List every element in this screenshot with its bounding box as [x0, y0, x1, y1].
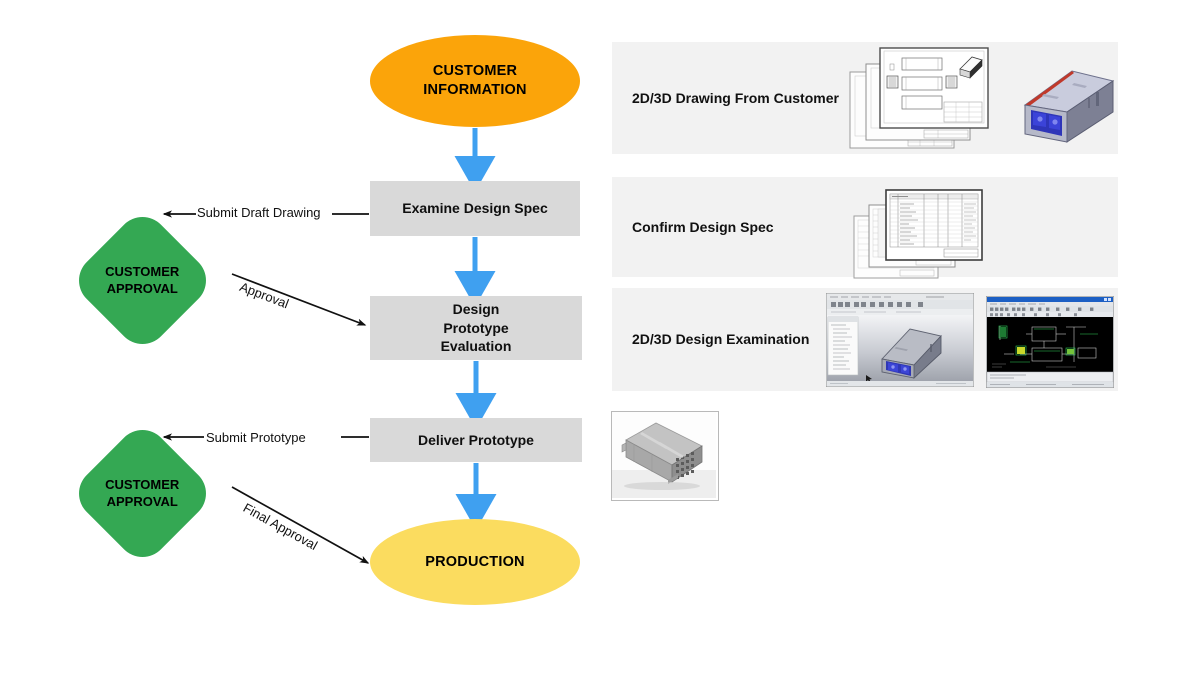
3d-chassis-render-icon: [1023, 70, 1115, 143]
node-customer-approval-2-line1: CUSTOMER: [105, 476, 180, 492]
node-customer-information[interactable]: CUSTOMER INFORMATION: [370, 35, 580, 127]
node-design-prototype-evaluation[interactable]: Design Prototype Evaluation: [370, 296, 582, 360]
node-examine-design-spec-label: Examine Design Spec: [402, 200, 548, 217]
spec-sheet-stack-icon: [853, 189, 983, 279]
autocad-screenshot-icon: [986, 296, 1114, 388]
engineering-drawing-stack-icon: [849, 47, 989, 149]
edge-label-submit-draft-drawing: Submit Draft Drawing: [197, 205, 321, 220]
panel-spec-title: Confirm Design Spec: [632, 218, 774, 235]
node-customer-information-line2: INFORMATION: [423, 82, 527, 98]
node-design-prototype-evaluation-line1: Design: [452, 300, 500, 317]
connector-approval2-to-production: [231, 486, 370, 564]
node-production-label: PRODUCTION: [425, 553, 525, 570]
node-production[interactable]: PRODUCTION: [370, 519, 580, 605]
node-customer-approval-2-line2: APPROVAL: [106, 493, 179, 509]
node-customer-approval-1-line1: CUSTOMER: [105, 263, 180, 279]
flowchart-canvas: CUSTOMER INFORMATION Examine Design Spec…: [0, 0, 1200, 675]
node-customer-approval-1[interactable]: CUSTOMER APPROVAL: [68, 206, 217, 355]
edge-label-submit-prototype: Submit Prototype: [206, 430, 306, 445]
panel-examination-title: 2D/3D Design Examination: [632, 331, 810, 348]
panel-drawing-title: 2D/3D Drawing From Customer: [632, 89, 839, 106]
node-customer-approval-2[interactable]: CUSTOMER APPROVAL: [68, 419, 217, 568]
solidworks-screenshot-icon: [826, 293, 974, 387]
node-design-prototype-evaluation-line2: Prototype: [443, 319, 509, 336]
prototype-photo: [611, 411, 719, 501]
node-deliver-prototype[interactable]: Deliver Prototype: [370, 418, 582, 462]
edge-label-approval: Approval: [237, 279, 291, 312]
node-customer-information-line1: CUSTOMER: [432, 63, 518, 80]
node-deliver-prototype-label: Deliver Prototype: [418, 431, 534, 448]
edge-label-final-approval: Final Approval: [240, 500, 321, 554]
node-customer-approval-1-line2: APPROVAL: [106, 280, 179, 296]
node-design-prototype-evaluation-line3: Evaluation: [440, 338, 512, 355]
node-examine-design-spec[interactable]: Examine Design Spec: [370, 181, 580, 236]
